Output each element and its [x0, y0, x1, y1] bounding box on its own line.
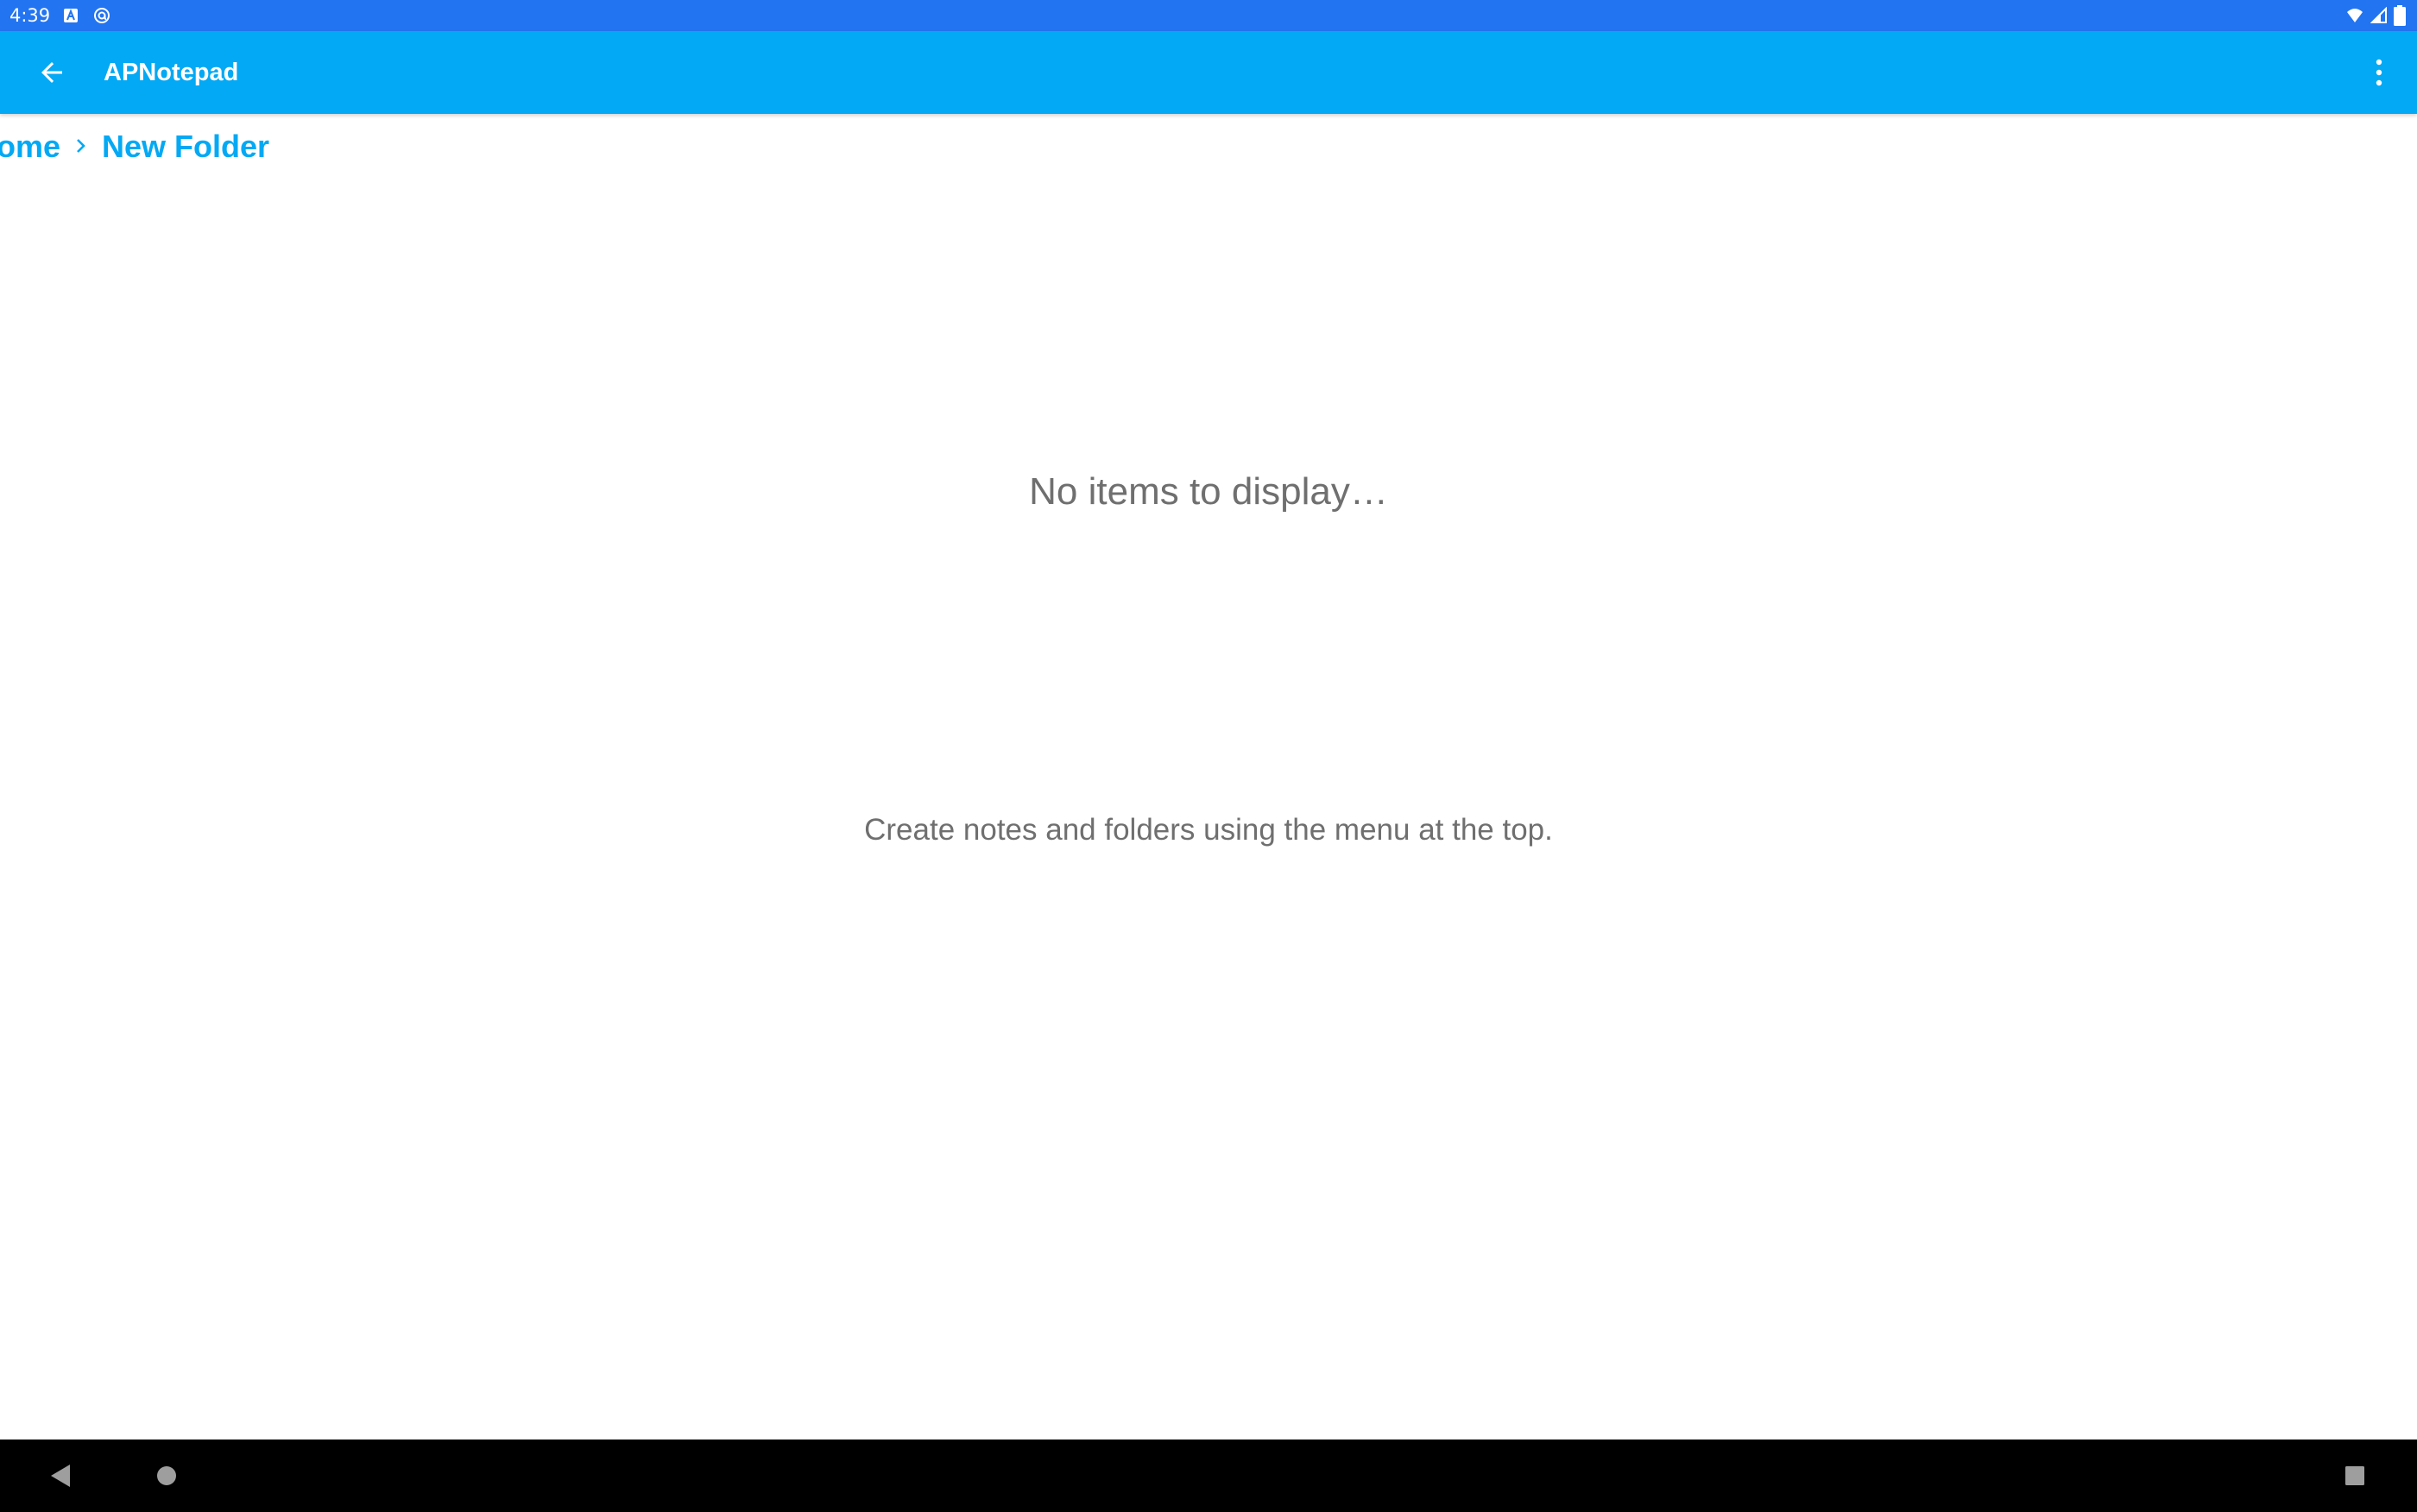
battery-icon	[2394, 5, 2406, 26]
chevron-right-icon	[73, 133, 90, 159]
back-triangle-icon	[51, 1465, 70, 1487]
wifi-icon	[2346, 7, 2363, 24]
breadcrumb-new-folder[interactable]: New Folder	[102, 121, 269, 173]
a-notification-icon	[62, 7, 79, 24]
status-time: 4:39	[9, 5, 51, 26]
cell-signal-icon	[2370, 7, 2388, 24]
back-button[interactable]	[21, 41, 83, 104]
nav-back-button[interactable]	[23, 1440, 101, 1512]
at-notification-icon	[93, 7, 110, 24]
breadcrumb-home[interactable]: Home	[0, 121, 60, 173]
empty-state-hint: Create notes and folders using the menu …	[864, 813, 1553, 847]
nav-recents-button[interactable]	[2315, 1440, 2393, 1512]
app-bar: APNotepad	[0, 31, 2417, 114]
breadcrumb: Home New Folder	[0, 121, 2417, 173]
status-bar: 4:39	[0, 0, 2417, 31]
overflow-menu-button[interactable]	[2348, 41, 2410, 104]
arrow-back-icon	[41, 62, 62, 83]
navigation-bar	[0, 1440, 2417, 1512]
home-circle-icon	[157, 1466, 176, 1485]
recents-square-icon	[2345, 1466, 2364, 1485]
more-vert-icon	[2376, 59, 2382, 86]
app-title: APNotepad	[104, 59, 239, 86]
nav-home-button[interactable]	[128, 1440, 205, 1512]
empty-state-title: No items to display…	[1029, 470, 1388, 513]
